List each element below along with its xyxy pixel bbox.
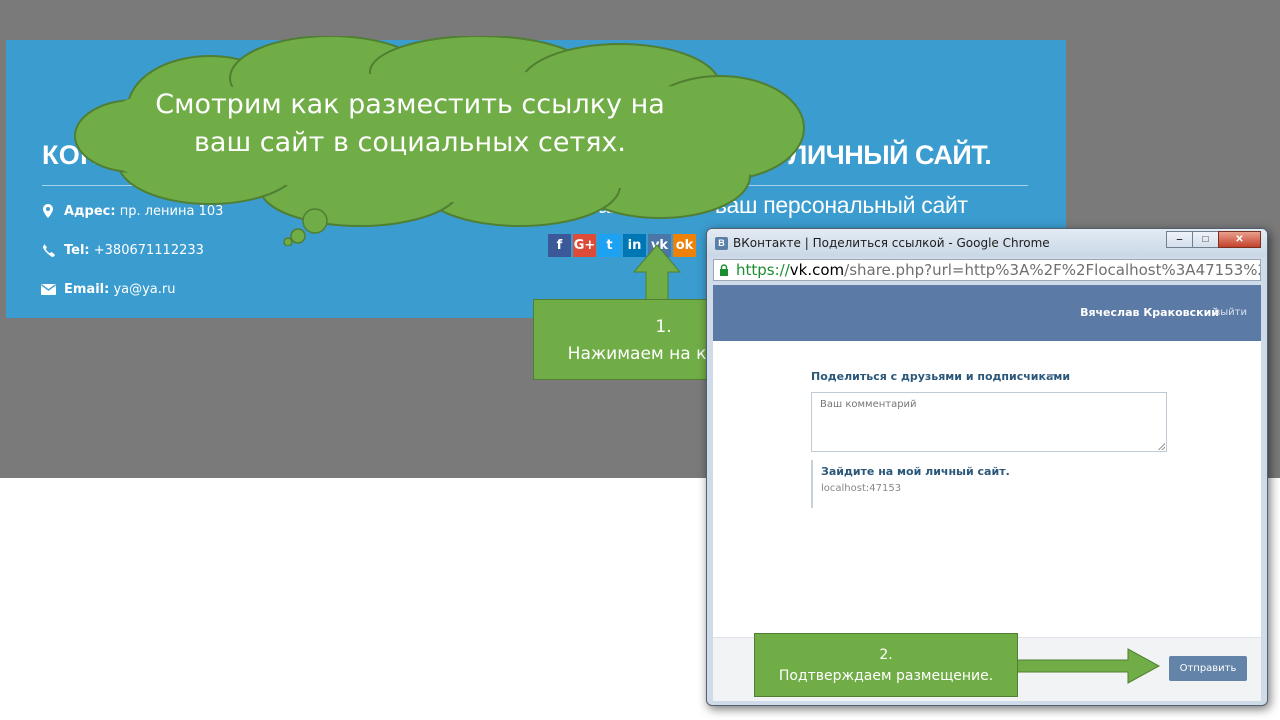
email-value[interactable]: ya@ya.ru <box>113 282 175 297</box>
envelope-icon <box>40 281 56 297</box>
vk-favicon-icon: B <box>715 237 728 250</box>
slide-canvas: КОНТАКТЫ Адрес: пр. ленина 103 Tel: +380… <box>0 0 1280 720</box>
url-path: /share.php?url=http%3A%2F%2Flocalhost%3A… <box>844 261 1260 279</box>
resize-grip-icon[interactable] <box>1158 443 1165 450</box>
vk-logout-link[interactable]: выйти <box>1214 307 1247 318</box>
lock-icon <box>720 264 728 276</box>
map-marker-icon <box>40 203 56 219</box>
step2-callout: 2. Подтверждаем размещение. <box>754 633 1018 697</box>
window-titlebar[interactable]: B ВКонтакте | Поделиться ссылкой - Googl… <box>707 229 1267 257</box>
window-controls: ‒ □ ✕ <box>1166 231 1261 248</box>
step2-text: Подтверждаем размещение. <box>778 668 994 684</box>
link-preview-bar <box>811 460 813 508</box>
email-row: Email: ya@ya.ru <box>40 281 176 297</box>
window-title: ВКонтакте | Поделиться ссылкой - Google … <box>733 236 1050 250</box>
cloud-text: Смотрим как разместить ссылку на ваш сай… <box>155 89 665 158</box>
url-host: vk.com <box>789 261 845 279</box>
close-button[interactable]: ✕ <box>1218 231 1261 248</box>
chevron-down-icon[interactable] <box>1047 374 1055 378</box>
url-scheme: https:// <box>736 261 790 279</box>
share-audience-dropdown[interactable]: Поделиться с друзьями и подписчиками <box>811 370 1070 383</box>
vk-user-name[interactable]: Вячеслав Краковский <box>1080 306 1219 319</box>
comment-textarea[interactable]: Ваш комментарий <box>811 392 1167 452</box>
email-label: Email: <box>64 281 110 297</box>
maximize-button[interactable]: □ <box>1192 231 1219 248</box>
minimize-button[interactable]: ‒ <box>1166 231 1193 248</box>
link-preview-url: localhost:47153 <box>821 483 902 494</box>
link-preview-title[interactable]: Зайдите на мой личный сайт. <box>821 465 1010 478</box>
send-button[interactable]: Отправить <box>1169 656 1247 681</box>
step2-number: 2. <box>879 647 893 663</box>
arrow-up-icon <box>633 244 681 301</box>
comment-placeholder: Ваш комментарий <box>820 399 917 410</box>
address-bar[interactable]: https://vk.com/share.php?url=http%3A%2F%… <box>713 259 1261 281</box>
vk-header: Вячеслав Краковский выйти <box>713 285 1261 341</box>
arrow-right-icon <box>1016 648 1160 684</box>
phone-icon <box>40 242 56 258</box>
